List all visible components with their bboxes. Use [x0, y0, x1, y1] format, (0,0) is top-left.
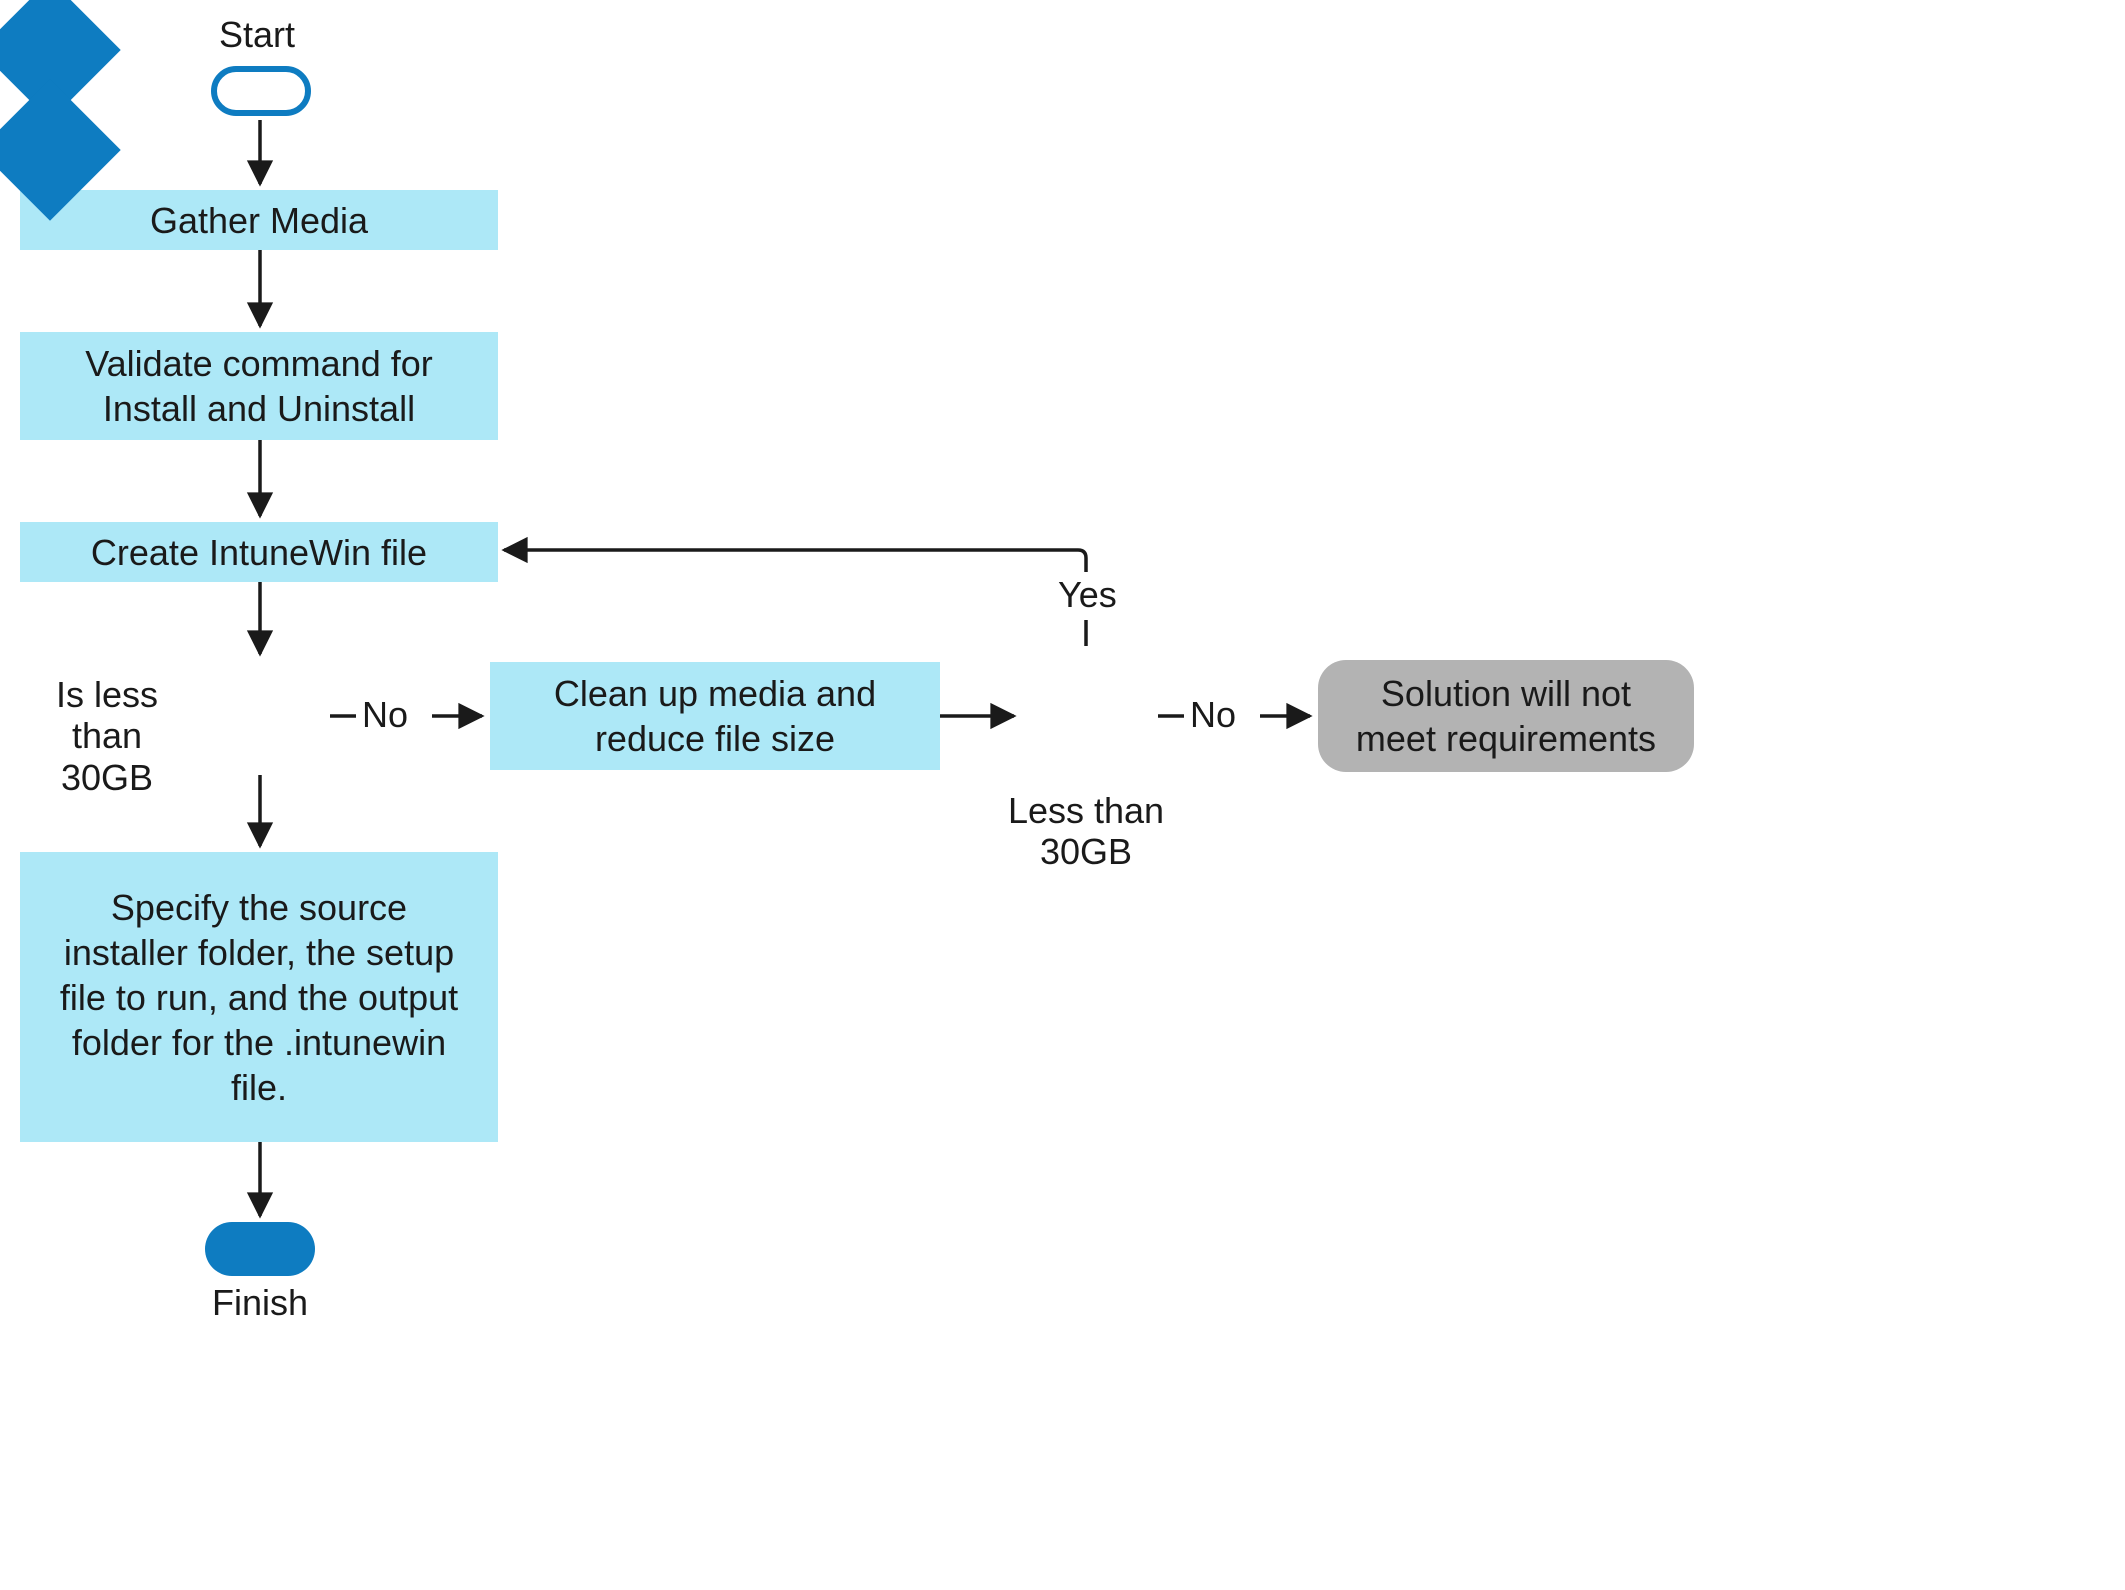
create-intunewin-box: Create IntuneWin file: [20, 522, 498, 582]
gather-media-box: Gather Media: [20, 190, 498, 250]
finish-label: Finish: [212, 1282, 308, 1323]
start-label: Start: [219, 14, 295, 55]
create-intunewin-text: Create IntuneWin file: [91, 530, 427, 575]
yes-label: Yes: [1058, 574, 1117, 615]
solution-fail-text: Solution will not meet requirements: [1348, 671, 1664, 761]
finish-terminator: [205, 1222, 315, 1276]
decision1-label: Is less than 30GB: [22, 674, 192, 798]
validate-cmd-box: Validate command for Install and Uninsta…: [20, 332, 498, 440]
validate-cmd-text: Validate command for Install and Uninsta…: [38, 341, 480, 431]
cleanup-text: Clean up media and reduce file size: [508, 671, 922, 761]
specify-box: Specify the source installer folder, the…: [20, 852, 498, 1142]
decision2-label: Less than 30GB: [1006, 790, 1166, 873]
cleanup-box: Clean up media and reduce file size: [490, 662, 940, 770]
no-label-1: No: [362, 694, 408, 735]
solution-fail-box: Solution will not meet requirements: [1318, 660, 1694, 772]
no-label-2: No: [1190, 694, 1236, 735]
specify-text: Specify the source installer folder, the…: [50, 885, 468, 1110]
gather-media-text: Gather Media: [150, 198, 368, 243]
start-terminator: [211, 66, 311, 116]
